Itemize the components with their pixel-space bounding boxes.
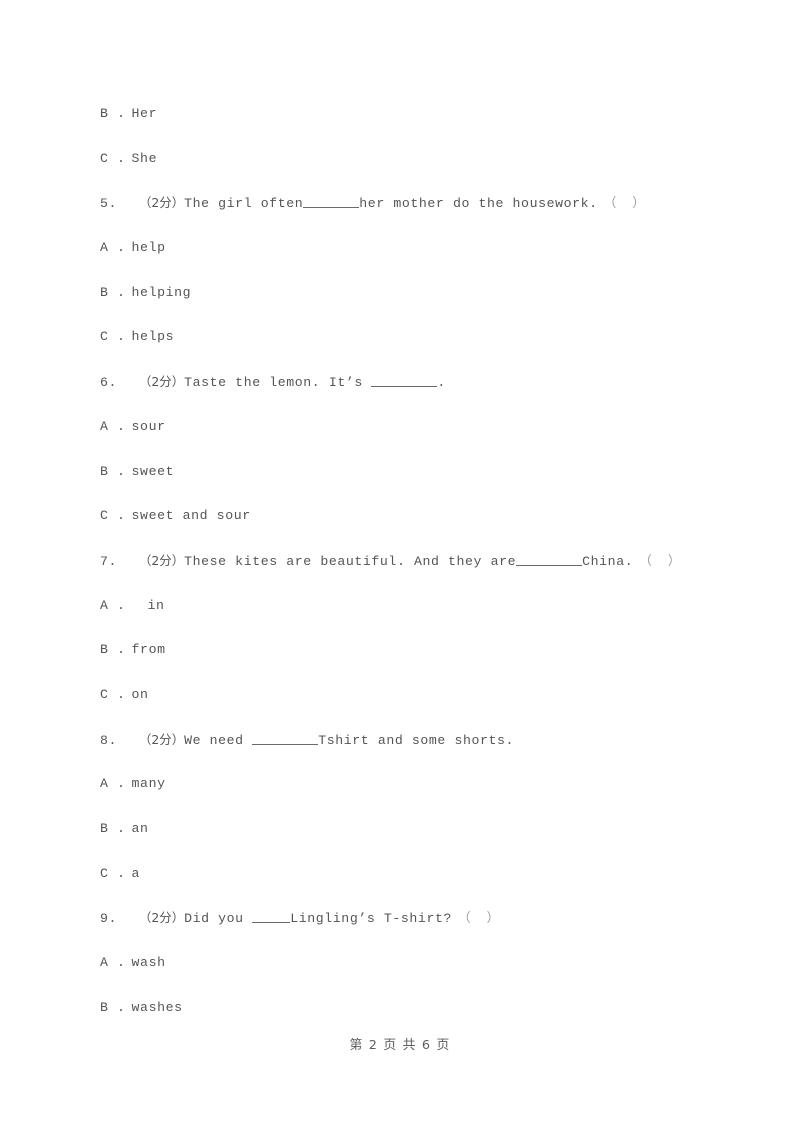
question-number: 7. bbox=[100, 553, 118, 569]
option-line: C . helps bbox=[100, 327, 700, 372]
option-text[interactable]: She bbox=[132, 151, 158, 166]
question-text-after-blank: her mother do the housework. bbox=[359, 196, 598, 212]
option-marker: C . bbox=[100, 508, 126, 524]
question-marks: （2分） bbox=[139, 731, 185, 747]
page-footer: 第 2 页 共 6 页 bbox=[349, 1038, 451, 1053]
option-line: B . helping bbox=[100, 283, 700, 328]
question-number: 6. bbox=[100, 375, 118, 391]
option-marker: A . bbox=[100, 418, 126, 434]
option-text[interactable]: wash bbox=[132, 955, 166, 970]
question-number: 5. bbox=[100, 196, 118, 212]
option-text[interactable]: sweet and sour bbox=[132, 508, 251, 523]
option-marker: B . bbox=[100, 999, 126, 1015]
option-text[interactable]: on bbox=[132, 687, 149, 702]
question-marks: （2分） bbox=[139, 195, 185, 211]
question-text-before-blank: Taste the lemon. It’s bbox=[184, 375, 372, 391]
option-text[interactable]: many bbox=[132, 776, 166, 791]
option-line: C . on bbox=[100, 685, 700, 730]
answer-bracket[interactable]: （ ） bbox=[604, 195, 645, 210]
question-text-after-blank: . bbox=[437, 375, 446, 391]
question-line: 7. （2分）These kites are beautiful. And the… bbox=[100, 551, 700, 596]
question-text-after-blank: Tshirt and some shorts. bbox=[318, 732, 515, 748]
question-text-after-blank: Lingling’s T-shirt? bbox=[290, 911, 452, 927]
option-marker: C . bbox=[100, 150, 126, 166]
question-line: 5. （2分）The girl often her mother do the ho… bbox=[100, 193, 700, 238]
option-line: A . wash bbox=[100, 953, 700, 998]
option-marker: B . bbox=[100, 642, 126, 658]
question-number: 9. bbox=[100, 911, 118, 927]
option-text[interactable]: helps bbox=[132, 329, 175, 344]
option-line: A . sour bbox=[100, 417, 700, 462]
option-text[interactable]: washes bbox=[132, 1000, 183, 1015]
option-marker: B . bbox=[100, 821, 126, 836]
option-marker: A . bbox=[100, 776, 126, 792]
question-marks: （2分） bbox=[139, 552, 185, 568]
question-marks: （2分） bbox=[139, 374, 185, 390]
option-marker: A . bbox=[100, 955, 126, 971]
option-marker: C . bbox=[100, 865, 126, 881]
option-line: B . Her bbox=[100, 104, 700, 149]
option-text[interactable]: from bbox=[132, 642, 166, 657]
option-line: B . from bbox=[100, 640, 700, 685]
option-line: B . an bbox=[100, 819, 700, 864]
option-line: C . a bbox=[100, 864, 700, 909]
question-line: 9. （2分）Did you Lingling’s T-shirt? （ ） bbox=[100, 908, 700, 953]
question-number: 8. bbox=[100, 732, 118, 748]
question-list: B . Her C . She 5. （2分）The girl often her moth… bbox=[100, 104, 700, 1042]
question-text-before-blank: The girl often bbox=[184, 196, 304, 212]
question-line: 6. （2分）Taste the lemon. It’s . bbox=[100, 372, 700, 417]
option-line: C . She bbox=[100, 149, 700, 194]
question-text-before-blank: These kites are beautiful. And they are bbox=[184, 553, 517, 569]
question-marks: （2分） bbox=[139, 910, 185, 926]
answer-blank[interactable] bbox=[252, 731, 319, 745]
option-text[interactable]: an bbox=[132, 821, 149, 836]
question-text-after-blank: China. bbox=[582, 553, 634, 569]
answer-bracket[interactable]: （ ） bbox=[639, 553, 680, 568]
option-marker: A . bbox=[100, 597, 126, 613]
answer-bracket[interactable]: （ ） bbox=[458, 910, 499, 925]
option-marker: A . bbox=[100, 240, 126, 256]
option-text[interactable]: a bbox=[132, 866, 141, 881]
option-line: A . help bbox=[100, 238, 700, 283]
answer-blank[interactable] bbox=[252, 909, 291, 924]
option-marker: C . bbox=[100, 329, 126, 345]
option-marker: B . bbox=[100, 463, 126, 479]
option-line: C . sweet and sour bbox=[100, 506, 700, 551]
question-line: 8. （2分）We need Tshirt and some shorts. bbox=[100, 730, 700, 775]
answer-blank[interactable] bbox=[303, 194, 360, 209]
option-marker: B . bbox=[100, 106, 126, 121]
question-text-before-blank: We need bbox=[184, 732, 253, 748]
option-text[interactable]: in bbox=[148, 598, 165, 613]
option-line: A . many bbox=[100, 774, 700, 819]
option-text[interactable]: helping bbox=[132, 285, 192, 300]
option-text[interactable]: sour bbox=[132, 419, 166, 434]
option-marker: C . bbox=[100, 686, 126, 702]
option-text[interactable]: sweet bbox=[132, 464, 175, 479]
option-line: B . sweet bbox=[100, 462, 700, 507]
option-text[interactable]: Her bbox=[132, 106, 158, 121]
option-line: A . in bbox=[100, 596, 700, 641]
exam-page: B . Her C . She 5. （2分）The girl often her moth… bbox=[0, 0, 800, 1132]
answer-blank[interactable] bbox=[371, 373, 438, 388]
question-text-before-blank: Did you bbox=[184, 911, 253, 927]
option-marker: B . bbox=[100, 284, 126, 300]
answer-blank[interactable] bbox=[516, 552, 583, 566]
option-text[interactable]: help bbox=[132, 240, 166, 255]
